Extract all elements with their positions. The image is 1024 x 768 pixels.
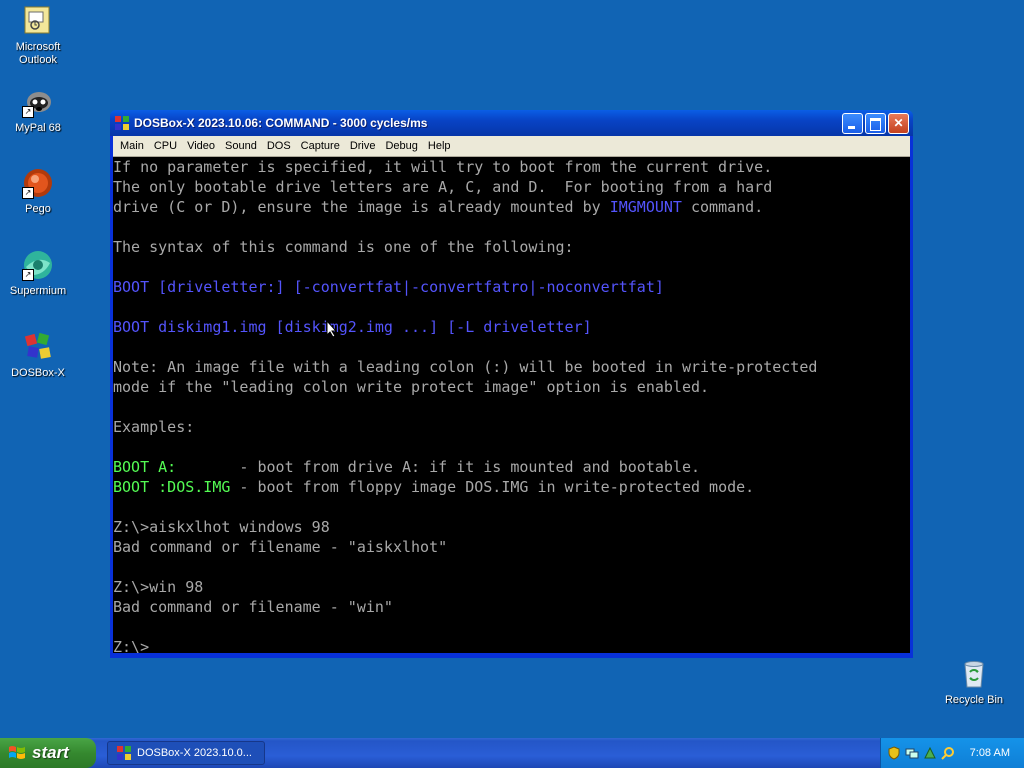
menu-debug[interactable]: Debug — [380, 140, 422, 152]
menu-cpu[interactable]: CPU — [149, 140, 182, 152]
menu-video[interactable]: Video — [182, 140, 220, 152]
console-text: drive (C or D), ensure the image is alre… — [113, 198, 610, 216]
console-line: Examples: — [113, 418, 195, 436]
mypal-icon: ↗ — [22, 86, 54, 118]
console-prompt-line: Z:\>aiskxlhot windows 98 — [113, 518, 330, 536]
desktop-icon-recycle-bin[interactable]: Recycle Bin — [936, 658, 1012, 707]
console-line: The only bootable drive letters are A, C… — [113, 178, 773, 196]
menu-sound[interactable]: Sound — [220, 140, 262, 152]
taskbar: start DOSBox-X 2023.10.0... 7:08 AM — [0, 738, 1024, 768]
prompt-text: Z:\> — [113, 638, 150, 653]
taskbar-button-label: DOSBox-X 2023.10.0... — [137, 747, 252, 759]
security-shield-icon[interactable] — [887, 746, 901, 760]
menu-help[interactable]: Help — [423, 140, 456, 152]
console-error-line: Bad command or filename - "aiskxlhot" — [113, 538, 448, 556]
pego-icon: ↗ — [22, 167, 54, 199]
close-icon: ✕ — [893, 115, 904, 130]
system-tray: 7:08 AM — [880, 738, 1024, 768]
desktop-icon-label: Microsoft Outlook — [15, 41, 61, 66]
start-label: start — [32, 743, 69, 762]
console-line: mode if the "leading colon write protect… — [113, 378, 710, 396]
menu-main[interactable]: Main — [115, 140, 149, 152]
minimize-button[interactable] — [842, 112, 863, 134]
console-line: The syntax of this command is one of the… — [113, 238, 574, 256]
window-titlebar[interactable]: DOSBox-X 2023.10.06: COMMAND - 3000 cycl… — [110, 110, 913, 136]
dosbox-icon — [22, 331, 54, 363]
network-icon[interactable] — [905, 746, 919, 760]
shortcut-arrow-icon: ↗ — [22, 106, 34, 118]
supermium-icon: ↗ — [22, 249, 54, 281]
windows-flag-icon — [9, 746, 25, 759]
mouse-pointer-icon — [326, 320, 338, 338]
shortcut-arrow-icon: ↗ — [22, 187, 34, 199]
recycle-bin-icon — [958, 658, 990, 690]
menu-drive[interactable]: Drive — [345, 140, 381, 152]
desktop-icon-label: Recycle Bin — [944, 694, 1004, 706]
dosbox-icon — [114, 115, 130, 131]
console-syntax-line: BOOT [driveletter:] [-convertfat|-conver… — [113, 278, 664, 296]
desktop-icon-supermium[interactable]: ↗ Supermium — [0, 249, 76, 298]
console-line: Note: An image file with a leading colon… — [113, 358, 818, 376]
search-icon[interactable] — [941, 746, 955, 760]
desktop-icon-mypal[interactable]: ↗ MyPal 68 — [0, 86, 76, 135]
minimize-icon — [848, 125, 855, 129]
desktop-icon-label: Pego — [25, 203, 51, 215]
console-example-line: BOOT :DOS.IMG - boot from floppy image D… — [113, 477, 910, 497]
desktop-icon-label: MyPal 68 — [15, 122, 61, 134]
desktop-icon-label: Supermium — [9, 285, 67, 297]
console-example-command: BOOT A: — [113, 458, 177, 476]
console-syntax-line: BOOT diskimg1.img [diskimg2.img ...] [-L… — [113, 318, 592, 336]
console-line: If no parameter is specified, it will tr… — [113, 158, 773, 176]
console-text: - boot from floppy image DOS.IMG in writ… — [230, 478, 755, 496]
console-line: drive (C or D), ensure the image is alre… — [113, 197, 910, 217]
desktop-icon-pego[interactable]: ↗ Pego — [0, 167, 76, 216]
menu-dos[interactable]: DOS — [262, 140, 296, 152]
window-title: DOSBox-X 2023.10.06: COMMAND - 3000 cycl… — [134, 116, 428, 130]
console-example-command: BOOT :DOS.IMG — [113, 478, 231, 496]
dos-console[interactable]: If no parameter is specified, it will tr… — [113, 157, 910, 653]
console-keyword: IMGMOUNT — [609, 198, 682, 216]
desktop-icon-label: DOSBox-X — [11, 367, 65, 379]
console-text: command. — [681, 198, 764, 216]
dosbox-window[interactable]: DOSBox-X 2023.10.06: COMMAND - 3000 cycl… — [110, 110, 913, 658]
safely-remove-hardware-icon[interactable] — [923, 746, 937, 760]
menu-capture[interactable]: Capture — [296, 140, 345, 152]
maximize-button[interactable] — [865, 112, 886, 134]
desktop-icon-dosbox[interactable]: DOSBox-X — [0, 331, 76, 380]
menu-bar: Main CPU Video Sound DOS Capture Drive D… — [113, 136, 910, 157]
console-text: - boot from drive A: if it is mounted an… — [176, 458, 701, 476]
start-button[interactable]: start — [0, 738, 96, 768]
shortcut-arrow-icon: ↗ — [22, 269, 34, 281]
desktop-icon-outlook[interactable]: Microsoft Outlook — [0, 5, 76, 67]
taskbar-button-dosbox[interactable]: DOSBox-X 2023.10.0... — [107, 741, 265, 765]
outlook-icon — [22, 5, 54, 37]
console-prompt-line: Z:\>win 98 — [113, 578, 204, 596]
console-current-prompt[interactable]: Z:\> — [113, 637, 910, 653]
close-button[interactable]: ✕ — [888, 112, 909, 134]
console-error-line: Bad command or filename - "win" — [113, 598, 393, 616]
dosbox-icon — [116, 745, 132, 761]
maximize-icon — [870, 117, 881, 131]
console-example-line: BOOT A: - boot from drive A: if it is mo… — [113, 457, 910, 477]
clock[interactable]: 7:08 AM — [970, 747, 1010, 759]
